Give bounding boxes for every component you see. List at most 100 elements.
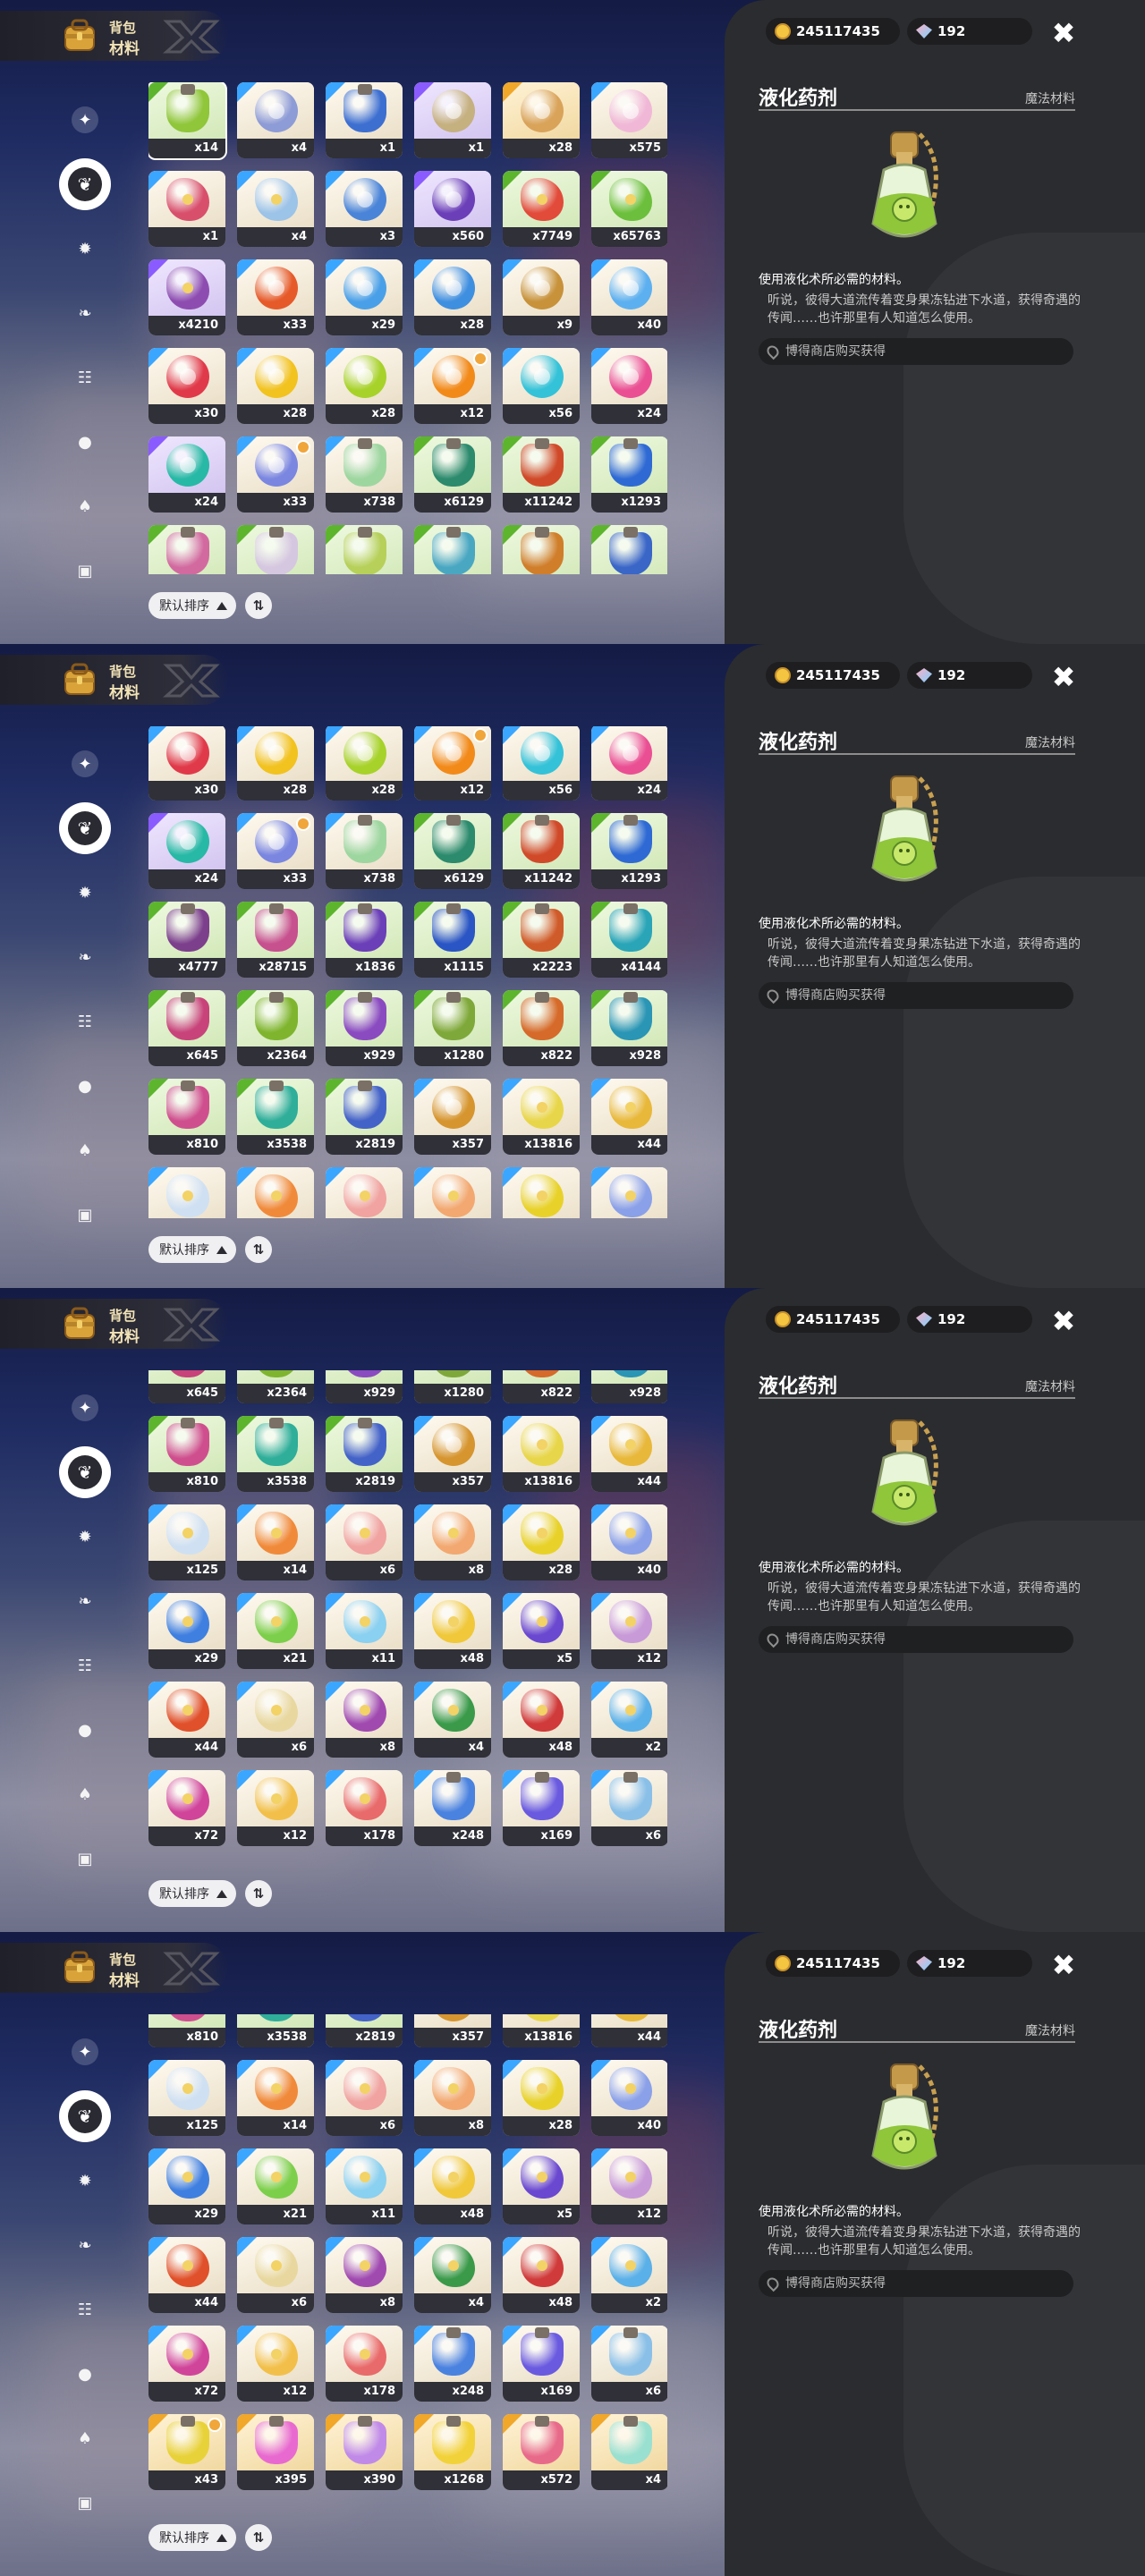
item-slot[interactable]: x6 <box>326 1504 403 1580</box>
sort-dropdown[interactable]: 默认排序 <box>148 1880 236 1907</box>
item-slot[interactable]: x30 <box>148 726 225 801</box>
item-slot[interactable]: x169 <box>503 1770 580 1846</box>
item-slot[interactable]: x14 <box>148 82 227 160</box>
item-slot[interactable]: x44 <box>591 2014 667 2047</box>
item-slot[interactable] <box>591 525 667 574</box>
item-slot[interactable]: x48 <box>414 1593 491 1669</box>
item-slot[interactable]: x1836 <box>326 902 403 978</box>
item-slot[interactable]: x72 <box>148 2326 225 2402</box>
item-slot[interactable]: x24 <box>148 436 225 513</box>
item-slot[interactable]: x4144 <box>591 902 667 978</box>
item-slot[interactable]: x5 <box>503 2148 580 2224</box>
item-slot[interactable]: x33 <box>237 813 314 889</box>
item-slot[interactable]: x12 <box>237 2326 314 2402</box>
item-slot[interactable] <box>503 525 580 574</box>
close-button[interactable]: ✖ <box>1048 18 1079 48</box>
sort-order-button[interactable]: ⇅ <box>245 592 272 619</box>
item-slot[interactable]: x810 <box>148 1079 225 1155</box>
item-slot[interactable]: x1 <box>148 171 225 247</box>
item-grid[interactable]: x14 x4 x1 x1 x28 x575 x1 x4 x3 x560 x7749 x65763 x42… <box>148 82 667 574</box>
close-button[interactable]: ✖ <box>1048 1306 1079 1336</box>
item-source[interactable]: 博得商店购买获得 <box>759 982 1073 1009</box>
category-tab-star[interactable]: ✦ <box>65 744 105 784</box>
item-slot[interactable]: x28 <box>503 82 580 158</box>
item-slot[interactable]: x1 <box>414 82 491 158</box>
item-slot[interactable]: x40 <box>591 1504 667 1580</box>
item-slot[interactable]: x3538 <box>237 1079 314 1155</box>
item-slot[interactable]: x3538 <box>237 1416 314 1492</box>
category-tab-bell[interactable]: ♠ <box>65 2419 105 2458</box>
item-slot[interactable]: x48 <box>414 2148 491 2224</box>
item-slot[interactable]: x395 <box>237 2414 314 2490</box>
category-tab-star[interactable]: ✦ <box>65 100 105 140</box>
category-tab-chart[interactable]: ☷ <box>65 2290 105 2329</box>
item-slot[interactable]: x12 <box>591 2148 667 2224</box>
item-slot[interactable]: x56 <box>503 726 580 801</box>
item-slot[interactable]: x1293 <box>591 813 667 889</box>
item-slot[interactable]: x928 <box>591 990 667 1066</box>
item-slot[interactable]: x21 <box>237 2148 314 2224</box>
category-tab-ball[interactable]: ● <box>65 422 105 462</box>
item-slot[interactable] <box>148 525 225 574</box>
item-slot[interactable]: x12 <box>414 348 491 424</box>
category-tab-chest[interactable]: ▣ <box>65 1195 105 1234</box>
item-slot[interactable]: x8 <box>414 1504 491 1580</box>
item-slot[interactable]: x2819 <box>326 2014 403 2047</box>
item-slot[interactable]: x6 <box>591 1770 667 1846</box>
category-tab-ball[interactable]: ● <box>65 1066 105 1106</box>
category-tab-gear[interactable]: ✹ <box>65 229 105 268</box>
category-tab-gear[interactable]: ✹ <box>65 873 105 912</box>
category-tab-leaf[interactable]: ❦ <box>59 2090 111 2142</box>
item-slot[interactable]: x56 <box>503 348 580 424</box>
item-slot[interactable]: x738 <box>326 813 403 889</box>
item-slot[interactable]: x5 <box>503 1593 580 1669</box>
item-slot[interactable]: x29 <box>148 1593 225 1669</box>
item-slot[interactable]: x11242 <box>503 436 580 513</box>
sort-order-button[interactable]: ⇅ <box>245 2524 272 2551</box>
item-slot[interactable]: x390 <box>326 2414 403 2490</box>
item-slot[interactable]: x13816 <box>503 1079 580 1155</box>
item-slot[interactable]: x28 <box>326 348 403 424</box>
item-slot[interactable]: x7749 <box>503 171 580 247</box>
category-tab-bell[interactable]: ♠ <box>65 1131 105 1170</box>
item-slot[interactable]: x169 <box>503 2326 580 2402</box>
item-slot[interactable]: x13816 <box>503 2014 580 2047</box>
item-slot[interactable]: x30 <box>148 348 225 424</box>
item-slot[interactable]: x24 <box>148 813 225 889</box>
category-tab-chest[interactable]: ▣ <box>65 2483 105 2522</box>
item-slot[interactable]: x125 <box>148 2060 225 2136</box>
close-button[interactable]: ✖ <box>1048 662 1079 692</box>
item-slot[interactable]: x929 <box>326 990 403 1066</box>
item-slot[interactable]: x645 <box>148 990 225 1066</box>
item-slot[interactable]: x13816 <box>503 1416 580 1492</box>
item-slot[interactable]: x11 <box>326 2148 403 2224</box>
category-tab-feather[interactable]: ❧ <box>65 1581 105 1621</box>
item-slot[interactable]: x8 <box>414 2060 491 2136</box>
category-tab-gear[interactable]: ✹ <box>65 2161 105 2200</box>
category-tab-chart[interactable]: ☷ <box>65 1646 105 1685</box>
item-slot[interactable] <box>326 1167 403 1218</box>
item-slot[interactable]: x33 <box>237 436 314 513</box>
item-source[interactable]: 博得商店购买获得 <box>759 338 1073 365</box>
item-slot[interactable]: x29 <box>326 259 403 335</box>
item-slot[interactable]: x72 <box>148 1770 225 1846</box>
item-slot[interactable]: x928 <box>591 1370 667 1403</box>
item-slot[interactable]: x575 <box>591 82 667 158</box>
item-slot[interactable]: x3 <box>326 171 403 247</box>
item-slot[interactable]: x1280 <box>414 1370 491 1403</box>
item-slot[interactable]: x2 <box>591 1682 667 1758</box>
item-slot[interactable]: x12 <box>237 1770 314 1846</box>
category-tab-feather[interactable]: ❧ <box>65 937 105 977</box>
item-slot[interactable]: x29 <box>148 2148 225 2224</box>
item-slot[interactable]: x4210 <box>148 259 225 335</box>
item-slot[interactable] <box>503 1167 580 1218</box>
item-grid[interactable]: x30 x28 x28 x12 x56 x24 x24 x33 x738 x6129 x11242 x… <box>148 726 667 1218</box>
item-slot[interactable]: x14 <box>237 2060 314 2136</box>
item-grid[interactable]: x810 x3538 x2819 x357 x13816 x44 x125 x14 x6 x8 x2… <box>148 2014 667 2506</box>
item-slot[interactable]: x12 <box>414 726 491 801</box>
item-slot[interactable]: x28 <box>503 2060 580 2136</box>
item-slot[interactable]: x810 <box>148 1416 225 1492</box>
item-slot[interactable]: x1280 <box>414 990 491 1066</box>
item-slot[interactable]: x6 <box>326 2060 403 2136</box>
sort-dropdown[interactable]: 默认排序 <box>148 2524 236 2551</box>
